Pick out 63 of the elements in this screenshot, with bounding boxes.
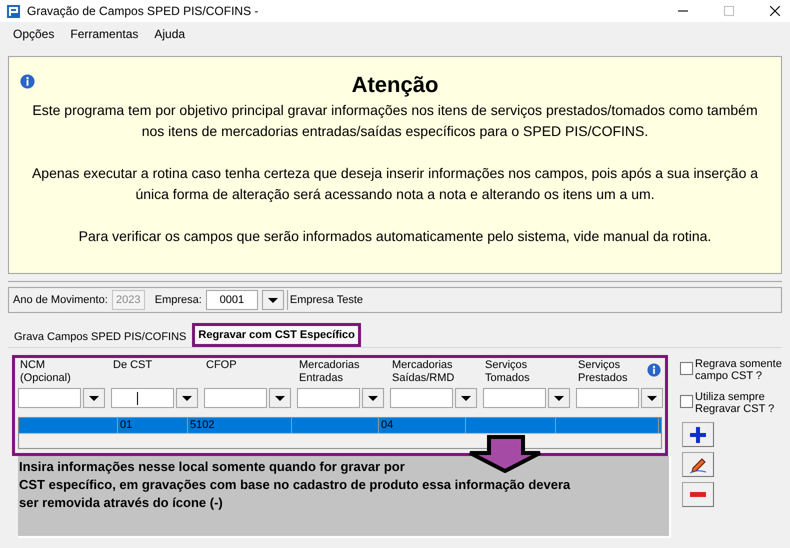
combo-field[interactable] xyxy=(483,388,546,408)
dropdown-button[interactable] xyxy=(548,388,570,408)
app-logo-icon xyxy=(7,4,20,18)
combo-field[interactable] xyxy=(18,388,81,408)
notice-paragraph: Este programa tem por objetivo principal gravar informações nos itens de serviços prestados/tomados como também nos itens de mercadorias entradas/saídas específicos para o SPED PIS/COFINS. xyxy=(31,101,759,141)
notice-paragraph: Apenas executar a rotina caso tenha certeza que deseja inserir informações nos campos, pois após a sua inserção a única forma de alteração será acessando nota a nota e alterando os itens um a um. xyxy=(30,164,760,204)
tab[interactable]: Grava Campos SPED PIS/COFINS xyxy=(8,327,192,347)
add-button[interactable] xyxy=(682,422,714,447)
dropdown-button[interactable] xyxy=(262,290,284,310)
checkbox-label: Regrava somente campo CST ? xyxy=(695,358,782,382)
pencil-icon xyxy=(689,456,707,474)
remove-button[interactable] xyxy=(682,482,714,507)
combo-field[interactable] xyxy=(297,388,360,408)
info-icon xyxy=(647,363,661,377)
checkbox[interactable] xyxy=(680,395,693,408)
notice-title: Atenção xyxy=(352,72,438,98)
year-field: 2023 xyxy=(112,290,145,310)
notice-paragraph: Para verificar os campos que serão informados automaticamente pelo sistema, vide manual da rotina. xyxy=(78,227,712,246)
year-label: Ano de Movimento: xyxy=(13,292,108,308)
hint-text: Insira informações nesse local somente quando for gravar por CST específico, em gravações com base no cadastro de produto essa informação devera ser removida através do ícone (-) xyxy=(18,458,572,512)
field-label: CFOP xyxy=(205,359,238,373)
field-label: Serviços Prestados xyxy=(577,359,629,386)
window-title: Gravação de Campos SPED PIS/COFINS - xyxy=(27,3,258,20)
close-icon[interactable] xyxy=(770,6,780,16)
caret-icon xyxy=(554,396,564,400)
dropdown-button[interactable] xyxy=(362,388,384,408)
field-label: Mercadorias Entradas xyxy=(298,359,361,386)
down-arrow-icon xyxy=(467,435,543,473)
caret-icon xyxy=(89,396,99,400)
dropdown-button[interactable] xyxy=(269,388,291,408)
caret-icon xyxy=(182,396,192,400)
company-label: Empresa: xyxy=(154,292,202,308)
checkbox[interactable] xyxy=(680,362,693,375)
company-code-field[interactable]: 0001 xyxy=(206,290,258,310)
dropdown-button[interactable] xyxy=(83,388,105,408)
caret-icon xyxy=(647,396,657,400)
tab[interactable]: Regravar com CST Específico xyxy=(192,323,361,347)
company-name-field: Empresa Teste xyxy=(286,290,781,310)
menu-item[interactable]: Ferramentas xyxy=(70,25,138,43)
checkbox-label: Utiliza sempre Regravar CST ? xyxy=(695,391,774,415)
dropdown-button[interactable] xyxy=(641,388,663,408)
caret-icon xyxy=(268,298,278,302)
field-label: Serviços Tomados xyxy=(484,359,531,386)
dropdown-button[interactable] xyxy=(176,388,198,408)
combo-field[interactable] xyxy=(390,388,453,408)
caret-icon xyxy=(275,396,285,400)
info-icon xyxy=(20,74,35,89)
plus-icon xyxy=(690,426,706,442)
combo-field[interactable] xyxy=(111,388,174,408)
grid-row[interactable]: 01 5102 04 xyxy=(19,418,661,433)
caret-icon xyxy=(368,396,378,400)
dropdown-button[interactable] xyxy=(455,388,477,408)
field-label: NCM (Opcional) xyxy=(19,359,72,386)
field-label: Mercadorias Saídas/RMD xyxy=(391,359,456,386)
menu-item[interactable]: Ajuda xyxy=(154,25,186,43)
minus-icon xyxy=(690,492,706,497)
combo-field[interactable] xyxy=(204,388,267,408)
caret-icon xyxy=(461,396,471,400)
combo-field[interactable] xyxy=(576,388,639,408)
text-cursor xyxy=(137,392,138,404)
edit-button[interactable] xyxy=(682,452,714,477)
field-label: De CST xyxy=(112,359,154,373)
menu-item[interactable]: Opções xyxy=(13,25,54,43)
